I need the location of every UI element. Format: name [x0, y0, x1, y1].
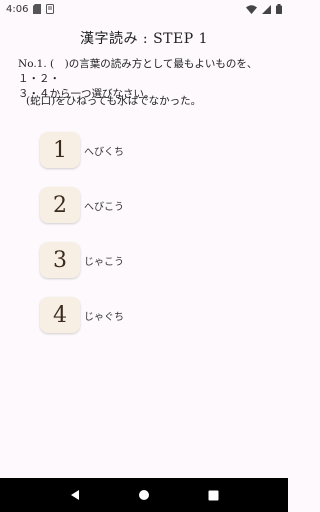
- back-button[interactable]: [60, 480, 90, 510]
- sd-card-icon: [33, 4, 42, 14]
- choice-3-button[interactable]: 3: [40, 242, 80, 278]
- status-time: 4:06: [6, 3, 29, 15]
- back-icon: [69, 486, 81, 505]
- choice-1-label: へびくち: [84, 146, 124, 158]
- choice-4[interactable]: 4 じゃぐち: [40, 297, 124, 333]
- choice-2-button[interactable]: 2: [40, 187, 80, 223]
- choice-2-label: へびこう: [84, 201, 124, 213]
- home-icon: [138, 486, 150, 505]
- recents-icon: [208, 486, 219, 505]
- wifi-icon: [246, 4, 257, 14]
- home-button[interactable]: [129, 480, 159, 510]
- choice-1[interactable]: 1 へびくち: [40, 132, 124, 168]
- choice-3-label: じゃこう: [84, 256, 124, 268]
- question-sentence: (蛇口)をひねっても水はでなかった。: [26, 95, 202, 107]
- status-left: 4:06: [6, 3, 55, 15]
- choice-4-label: じゃぐち: [84, 311, 124, 323]
- signal-icon: [262, 4, 271, 14]
- choice-1-button[interactable]: 1: [40, 132, 80, 168]
- navigation-bar: [0, 478, 288, 512]
- page-title: 漢字読み : STEP 1: [79, 31, 209, 47]
- choice-2[interactable]: 2 へびこう: [40, 187, 124, 223]
- storage-icon: [46, 4, 55, 14]
- question-line-1: No.1. ( )の言葉の読み方として最もよいものを、１・２・: [18, 58, 258, 85]
- status-bar: 4:06: [0, 0, 288, 18]
- status-right: [246, 4, 282, 14]
- choice-3[interactable]: 3 じゃこう: [40, 242, 124, 278]
- choice-4-button[interactable]: 4: [40, 297, 80, 333]
- recents-button[interactable]: [198, 480, 228, 510]
- battery-icon: [276, 4, 282, 14]
